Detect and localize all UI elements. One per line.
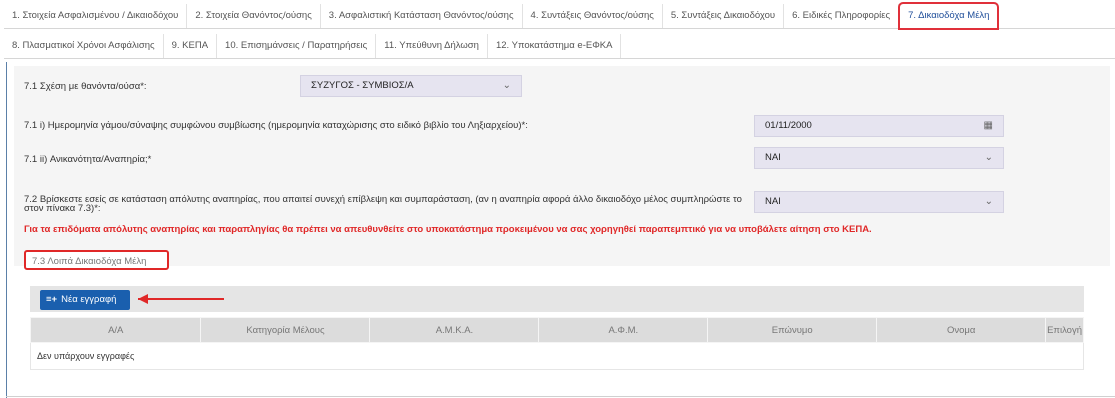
chevron-down-icon: ⌄ (984, 152, 993, 163)
tab-notional-years[interactable]: 8. Πλασματικοί Χρόνοι Ασφάλισης (4, 34, 164, 58)
column-header-name[interactable]: Ονομα (876, 317, 1047, 343)
tab-insured-details[interactable]: 1. Στοιχεία Ασφαλισμένου / Δικαιοδόχου (4, 4, 188, 28)
marriage-date-input[interactable]: 01/11/2000 ▦ (754, 115, 1004, 137)
column-header-category[interactable]: Κατηγορία Μέλους (200, 317, 371, 343)
content-left-border (6, 62, 7, 398)
tabs-row-2: 8. Πλασματικοί Χρόνοι Ασφάλισης 9. ΚΕΠΑ … (4, 30, 1115, 59)
new-record-button[interactable]: ≡+ Νέα εγγραφή (40, 290, 130, 310)
members-section-title: 7.3 Λοιπά Δικαιοδόχα Μέλη (24, 250, 169, 270)
column-header-aa[interactable]: Α/Α (29, 317, 202, 343)
column-header-afm[interactable]: Α.Φ.Μ. (538, 317, 709, 343)
members-table: Α/Α Κατηγορία Μέλους Α.Μ.Κ.Α. Α.Φ.Μ. Επώ… (29, 317, 1084, 370)
empty-table-message: Δεν υπάρχουν εγγραφές (30, 342, 1084, 370)
full-disability-select[interactable]: ΝΑΙ ⌄ (754, 191, 1004, 213)
full-disability-label: 7.2 Βρίσκεστε εσείς σε κατάσταση απόλυτη… (24, 194, 742, 214)
tab-deceased-details[interactable]: 2. Στοιχεία Θανόντος/ούσης (187, 4, 321, 28)
tab-declaration[interactable]: 11. Υπεύθυνη Δήλωση (376, 34, 488, 58)
add-list-icon: ≡+ (46, 294, 58, 305)
relation-select[interactable]: ΣΥΖΥΓΟΣ - ΣΥΜΒΙΟΣ/Α ⌄ (300, 75, 522, 97)
relation-label: 7.1 Σχέση με θανόντα/ούσα*: (24, 81, 147, 92)
disability-select[interactable]: ΝΑΙ ⌄ (754, 147, 1004, 169)
calendar-icon[interactable]: ▦ (984, 116, 993, 136)
tab-beneficiary-members[interactable]: 7. Δικαιοδόχα Μέλη (898, 2, 1000, 30)
tab-remarks[interactable]: 10. Επισημάνσεις / Παρατηρήσεις (217, 34, 377, 58)
column-header-action: Επιλογή (1045, 317, 1084, 343)
tab-special-info[interactable]: 6. Ειδικές Πληροφορίες (784, 4, 900, 28)
tabs-row-1: 1. Στοιχεία Ασφαλισμένου / Δικαιοδόχου 2… (4, 0, 1115, 30)
warning-text: Για τα επιδόματα απόλυτης αναπηρίας και … (24, 224, 872, 235)
column-header-amka[interactable]: Α.Μ.Κ.Α. (369, 317, 540, 343)
tab-beneficiary-pensions[interactable]: 5. Συντάξεις Δικαιοδόχου (663, 4, 785, 28)
chevron-down-icon: ⌄ (502, 80, 511, 91)
marriage-date-label: 7.1 i) Ημερομηνία γάμου/σύναψης συμφώνου… (24, 120, 528, 131)
full-disability-value: ΝΑΙ (765, 196, 781, 207)
table-row: Δεν υπάρχουν εγγραφές (30, 342, 1084, 370)
disability-value: ΝΑΙ (765, 152, 781, 163)
relation-value: ΣΥΖΥΓΟΣ - ΣΥΜΒΙΟΣ/Α (311, 80, 414, 91)
full-disability-label-line2: στον πίνακα 7.3)*: (24, 203, 101, 214)
tab-kepa[interactable]: 9. ΚΕΠΑ (164, 34, 218, 58)
content-bottom-border (6, 396, 1115, 397)
full-disability-label-line1: 7.2 Βρίσκεστε εσείς σε κατάσταση απόλυτη… (24, 194, 742, 205)
new-record-label: Νέα εγγραφή (61, 294, 117, 305)
disability-label: 7.1 ii) Ανικανότητα/Αναπηρία;* (24, 154, 152, 165)
table-header-row: Α/Α Κατηγορία Μέλους Α.Μ.Κ.Α. Α.Φ.Μ. Επώ… (29, 317, 1084, 343)
tab-deceased-pensions[interactable]: 4. Συντάξεις Θανόντος/ούσης (523, 4, 663, 28)
tab-insurance-status[interactable]: 3. Ασφαλιστική Κατάσταση Θανόντος/ούσης (321, 4, 523, 28)
marriage-date-value: 01/11/2000 (765, 120, 812, 131)
chevron-down-icon: ⌄ (984, 196, 993, 207)
annotation-arrow (138, 298, 224, 300)
column-header-surname[interactable]: Επώνυμο (707, 317, 878, 343)
tab-branch[interactable]: 12. Υποκατάστημα e-ΕΦΚΑ (488, 34, 622, 58)
